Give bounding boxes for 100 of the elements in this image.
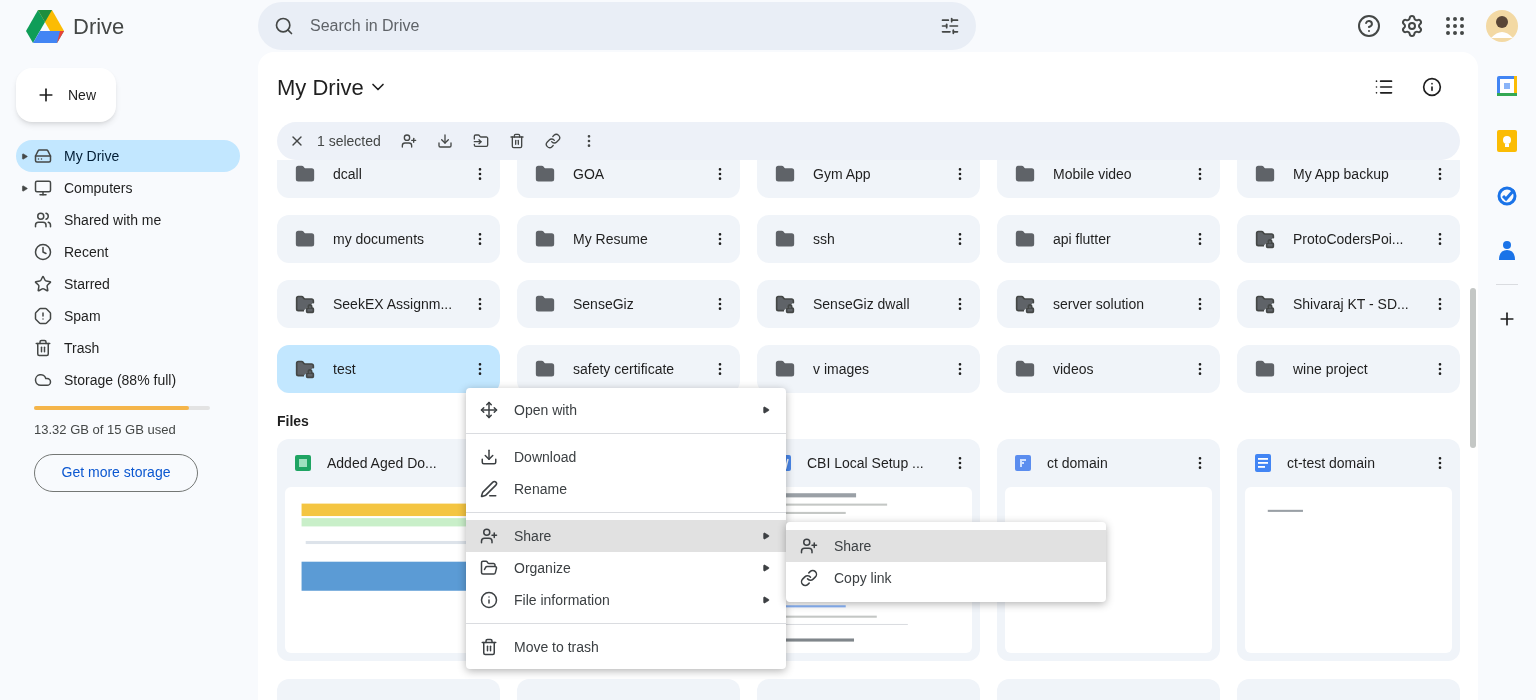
- share-icon[interactable]: [400, 133, 417, 149]
- nav-icon: [34, 339, 52, 357]
- calendar-icon[interactable]: [1497, 76, 1517, 96]
- file-card[interactable]: ct-test domain: [1237, 439, 1460, 661]
- folder-name: v images: [813, 359, 871, 379]
- folder-card[interactable]: ProtoCodersPoi...: [1237, 215, 1460, 263]
- folder-card[interactable]: test: [277, 345, 500, 393]
- folder-card[interactable]: my documents: [277, 215, 500, 263]
- sidebar-item[interactable]: My Drive: [16, 140, 240, 172]
- nav-icon: [34, 243, 52, 261]
- folder-name: Gym App: [813, 164, 872, 184]
- new-button[interactable]: New: [16, 68, 116, 122]
- search-bar[interactable]: Search in Drive: [258, 2, 976, 50]
- expand-arrow-icon[interactable]: [21, 152, 28, 160]
- folder-card[interactable]: dcall: [277, 160, 500, 198]
- folder-name: ProtoCodersPoi...: [1293, 229, 1405, 249]
- sidebar-item[interactable]: Shared with me: [16, 204, 240, 236]
- info-icon: [480, 591, 498, 609]
- folder-card[interactable]: SeekEX Assignm...: [277, 280, 500, 328]
- search-icon: [274, 16, 294, 36]
- add-person-icon: [480, 527, 498, 545]
- sidebar-item[interactable]: Recent: [16, 236, 240, 268]
- trash-icon[interactable]: [508, 133, 525, 149]
- info-icon[interactable]: [1422, 77, 1442, 97]
- document-icon: [1015, 455, 1031, 471]
- folder-name: SenseGiz: [573, 294, 635, 314]
- folder-name: safety certificate: [573, 359, 676, 379]
- sidebar-item[interactable]: Starred: [16, 268, 240, 300]
- sidebar-item[interactable]: Spam: [16, 300, 240, 332]
- filter-icon[interactable]: [940, 16, 960, 36]
- move-arrows-icon: [480, 401, 498, 419]
- folder-card[interactable]: ssh: [757, 215, 980, 263]
- folder-card[interactable]: Gym App: [757, 160, 980, 198]
- settings-icon[interactable]: [1400, 14, 1424, 38]
- nav-icon: [34, 307, 52, 325]
- sidebar-item[interactable]: Computers: [16, 172, 240, 204]
- nav-icon: [34, 147, 52, 165]
- apps-grid-icon[interactable]: [1443, 14, 1467, 38]
- folder-card[interactable]: Shivaraj KT - SD...: [1237, 280, 1460, 328]
- folder-name: dcall: [333, 164, 363, 184]
- folder-name: my documents: [333, 229, 426, 249]
- download-icon[interactable]: [436, 133, 453, 149]
- folder-card[interactable]: SenseGiz: [517, 280, 740, 328]
- file-name: ct domain: [1047, 453, 1109, 473]
- search-field[interactable]: Search in Drive: [310, 14, 924, 38]
- folder-name: SenseGiz dwall: [813, 294, 911, 314]
- nav-icon: [34, 179, 52, 197]
- folder-name: My Resume: [573, 229, 649, 249]
- page-title[interactable]: My Drive: [277, 70, 388, 104]
- menu-item[interactable]: Share: [786, 530, 1106, 562]
- nav-icon: [34, 275, 52, 293]
- file-name: ct-test domain: [1287, 453, 1376, 473]
- file-name: CBI Local Setup ...: [807, 453, 925, 473]
- move-icon[interactable]: [472, 133, 489, 149]
- file-name: Added Aged Do...: [327, 453, 438, 473]
- folder-name: api flutter: [1053, 229, 1112, 249]
- trash-icon: [480, 638, 498, 656]
- sidebar-item[interactable]: Storage (88% full): [16, 364, 240, 396]
- sidebar-item[interactable]: Trash: [16, 332, 240, 364]
- submenu-arrow-icon: [762, 532, 770, 540]
- storage-text: 13.32 GB of 15 GB used: [34, 421, 177, 439]
- help-icon[interactable]: [1357, 14, 1381, 38]
- link-icon: [800, 569, 818, 587]
- spreadsheet-icon: [295, 455, 311, 471]
- folder-name: server solution: [1053, 294, 1146, 314]
- folder-card[interactable]: My Resume: [517, 215, 740, 263]
- add-person-icon: [800, 537, 818, 555]
- pencil-icon: [480, 480, 498, 498]
- folder-card[interactable]: api flutter: [997, 215, 1220, 263]
- folder-card[interactable]: My App backup: [1237, 160, 1460, 198]
- expand-arrow-icon[interactable]: [21, 184, 28, 192]
- folder-name: SeekEX Assignm...: [333, 294, 454, 314]
- download-icon: [480, 448, 498, 466]
- submenu-arrow-icon: [762, 406, 770, 414]
- nav-icon: [34, 211, 52, 229]
- folder-card[interactable]: wine project: [1237, 345, 1460, 393]
- folder-card[interactable]: Mobile video: [997, 160, 1220, 198]
- app-name: Drive: [73, 12, 125, 41]
- drive-logo-icon: [25, 8, 65, 44]
- folder-name: My App backup: [1293, 164, 1390, 184]
- folder-icon: [480, 559, 498, 577]
- folder-name: test: [333, 359, 357, 379]
- folder-name: wine project: [1293, 359, 1369, 379]
- menu-item[interactable]: Open with: [466, 394, 786, 426]
- document-icon: [1255, 454, 1271, 472]
- folder-name: videos: [1053, 359, 1095, 379]
- folder-card[interactable]: GOA: [517, 160, 740, 198]
- menu-item[interactable]: Share: [466, 520, 786, 552]
- folder-card[interactable]: videos: [997, 345, 1220, 393]
- folder-card[interactable]: v images: [757, 345, 980, 393]
- folder-card[interactable]: SenseGiz dwall: [757, 280, 980, 328]
- scrollbar[interactable]: [1470, 288, 1476, 448]
- avatar-icon[interactable]: [1486, 10, 1518, 42]
- link-icon[interactable]: [544, 133, 561, 149]
- files-heading: Files: [277, 412, 309, 431]
- folder-card[interactable]: server solution: [997, 280, 1220, 328]
- folder-name: Shivaraj KT - SD...: [1293, 294, 1410, 314]
- tasks-icon[interactable]: [1497, 186, 1517, 206]
- list-view-icon[interactable]: [1374, 77, 1394, 97]
- contacts-icon[interactable]: [1499, 240, 1515, 260]
